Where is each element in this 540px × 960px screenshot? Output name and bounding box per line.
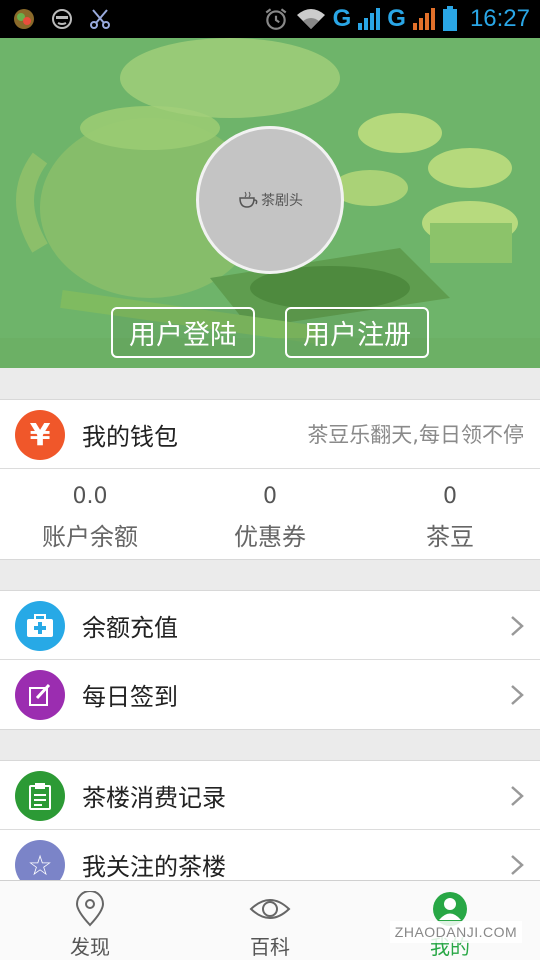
eye-icon xyxy=(249,899,291,919)
status-bar: G G 16:27 xyxy=(0,0,540,38)
tab-discover[interactable]: 发现 xyxy=(0,881,180,960)
app-icon xyxy=(14,9,34,29)
coupon-stat[interactable]: 0 优惠券 xyxy=(180,469,360,559)
recharge-row[interactable]: 余额充值 xyxy=(0,591,540,660)
signal-icon xyxy=(358,8,381,30)
clock: 16:27 xyxy=(469,5,530,32)
wallet-stats: 0.0 账户余额 0 优惠券 0 茶豆 xyxy=(0,469,540,559)
chevron-right-icon xyxy=(511,685,524,705)
yuan-icon: ¥ xyxy=(15,410,65,460)
wallet-hint: 茶豆乐翻天,每日领不停 xyxy=(307,423,524,447)
brand-logo: 茶剧头 xyxy=(237,190,303,210)
avatar[interactable]: 茶剧头 xyxy=(196,126,344,274)
menu-group-1: 余额充值 每日签到 xyxy=(0,590,540,730)
daily-checkin-label: 每日签到 xyxy=(82,683,178,711)
watermark: ZHAODANJI.COM xyxy=(390,921,522,943)
star-icon: ☆ xyxy=(15,840,65,880)
wallet-card: ¥ 我的钱包 茶豆乐翻天,每日领不停 0.0 账户余额 0 优惠券 0 茶豆 xyxy=(0,399,540,560)
coupon-label: 优惠券 xyxy=(234,523,306,551)
coupon-value: 0 xyxy=(263,484,277,509)
teacup-logo-icon xyxy=(239,191,258,208)
profile-header: 茶剧头 用户登陆 用户注册 xyxy=(0,38,540,368)
wifi-icon xyxy=(296,9,325,29)
consumption-record-label: 茶楼消费记录 xyxy=(82,783,226,812)
location-pin-icon xyxy=(75,891,105,927)
alarm-icon xyxy=(265,8,286,30)
scissors-icon xyxy=(90,9,110,29)
face-icon xyxy=(52,9,72,29)
tea-bean-label: 茶豆 xyxy=(426,523,474,551)
chevron-right-icon xyxy=(511,855,524,875)
network-type-label: G xyxy=(387,5,406,32)
bottom-nav: 发现 百科 我的 xyxy=(0,880,540,960)
tea-bean-value: 0 xyxy=(443,484,457,509)
tab-discover-label: 发现 xyxy=(70,935,110,959)
consumption-record-row[interactable]: 茶楼消费记录 xyxy=(0,761,540,830)
wallet-title: 我的钱包 xyxy=(82,422,178,451)
followed-teahouses-label: 我关注的茶楼 xyxy=(82,853,226,880)
balance-label: 账户余额 xyxy=(42,523,138,551)
battery-icon xyxy=(442,6,457,31)
signal-icon xyxy=(412,8,435,30)
chevron-right-icon xyxy=(511,786,524,806)
daily-checkin-row[interactable]: 每日签到 xyxy=(0,660,540,729)
balance-stat[interactable]: 0.0 账户余额 xyxy=(0,469,180,559)
recharge-label: 余额充值 xyxy=(82,613,178,642)
edit-icon xyxy=(15,670,65,720)
brand-logo-text: 茶剧头 xyxy=(261,193,303,209)
wallet-row[interactable]: ¥ 我的钱包 茶豆乐翻天,每日领不停 xyxy=(0,400,540,469)
followed-teahouses-row[interactable]: ☆ 我关注的茶楼 xyxy=(0,830,540,880)
login-button[interactable]: 用户登陆 xyxy=(111,307,255,358)
clipboard-icon xyxy=(15,771,65,821)
tab-encyclopedia[interactable]: 百科 xyxy=(180,881,360,960)
menu-group-2: 茶楼消费记录 ☆ 我关注的茶楼 xyxy=(0,760,540,880)
register-button[interactable]: 用户注册 xyxy=(285,307,429,358)
medkit-icon xyxy=(15,601,65,651)
balance-value: 0.0 xyxy=(72,484,108,509)
chevron-right-icon xyxy=(511,616,524,636)
network-type-label: G xyxy=(332,5,352,32)
tea-bean-stat[interactable]: 0 茶豆 xyxy=(360,469,540,559)
tab-encyclopedia-label: 百科 xyxy=(250,935,290,959)
